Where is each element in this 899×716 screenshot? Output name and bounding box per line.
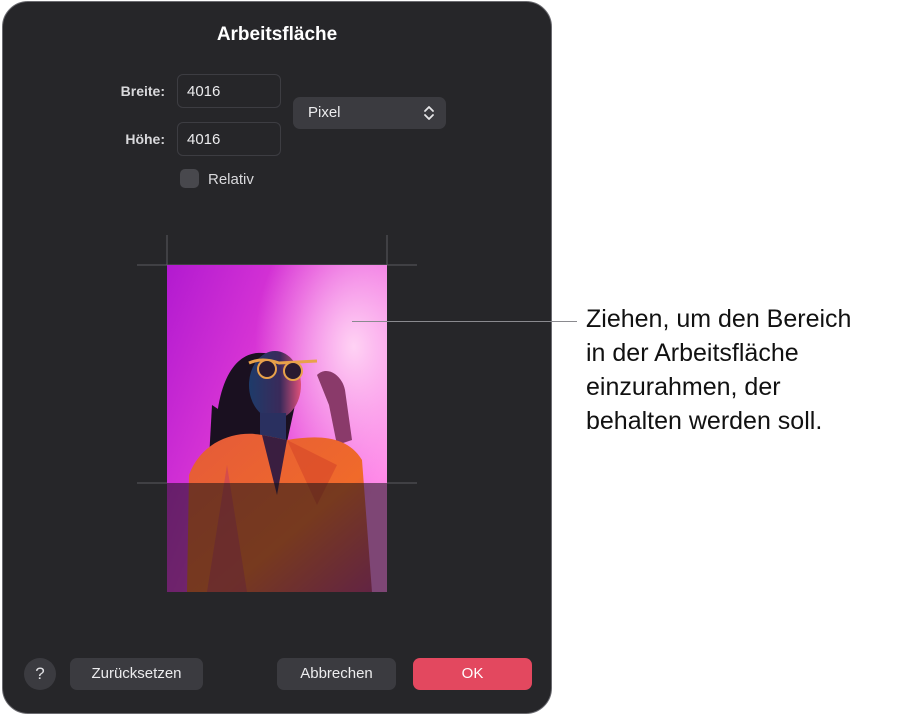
callout-leader-line xyxy=(352,321,577,322)
ok-button[interactable]: OK xyxy=(413,658,532,690)
callout-line-2: in der Arbeitsfläche xyxy=(586,339,799,367)
unit-select-value: Pixel xyxy=(308,104,341,121)
relative-label: Relativ xyxy=(208,171,254,188)
cropped-out-area xyxy=(167,483,387,592)
callout-line-4: behalten werden soll. xyxy=(586,407,823,435)
canvas-size-dialog: Arbeitsfläche Breite: Höhe: Pixel Relati… xyxy=(2,1,552,714)
help-button[interactable]: ? xyxy=(24,658,56,690)
dialog-title: Arbeitsfläche xyxy=(216,24,338,45)
callout-line-3: einzurahmen, der xyxy=(586,373,781,401)
width-label: Breite: xyxy=(120,83,165,99)
cancel-button[interactable]: Abbrechen xyxy=(277,658,396,690)
callout-line-1: Ziehen, um den Bereich xyxy=(586,305,852,333)
height-field[interactable] xyxy=(177,122,281,156)
width-field[interactable] xyxy=(177,74,281,108)
chevron-up-down-icon xyxy=(424,106,434,120)
unit-select[interactable]: Pixel xyxy=(293,97,446,129)
relative-checkbox[interactable] xyxy=(180,169,199,188)
callout-text: Ziehen, um den Bereich in der Arbeitsflä… xyxy=(586,302,899,438)
height-label: Höhe: xyxy=(125,131,165,147)
canvas-preview-image[interactable] xyxy=(167,265,387,592)
reset-button[interactable]: Zurücksetzen xyxy=(70,658,203,690)
